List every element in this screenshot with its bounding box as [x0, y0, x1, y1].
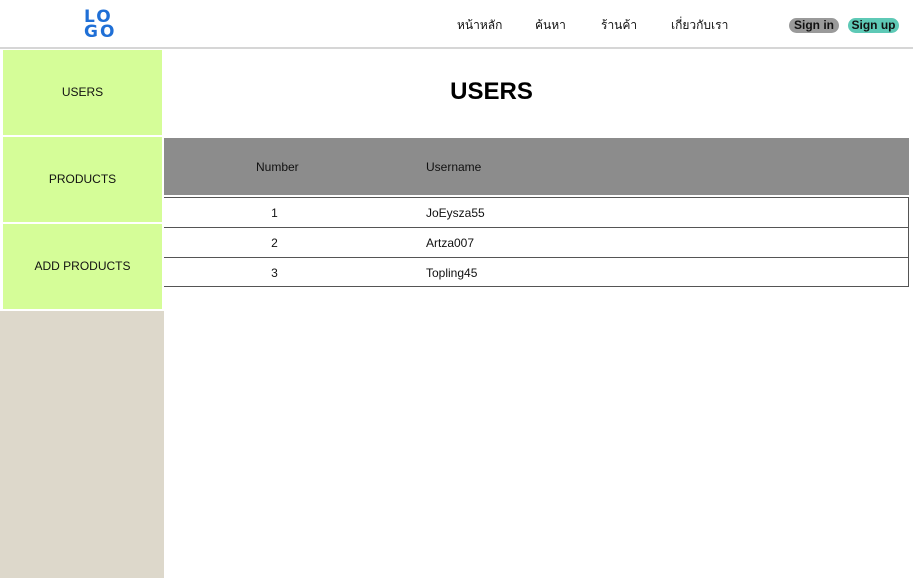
- sidebar-item-users[interactable]: USERS: [3, 50, 162, 135]
- column-header-username: Username: [426, 160, 482, 174]
- cell-username: Topling45: [426, 266, 478, 280]
- nav-link-shop[interactable]: ร้านค้า: [601, 16, 637, 35]
- top-navigation-bar: LO GO หน้าหลัก ค้นหา ร้านค้า เกี่ยวกับเร…: [0, 0, 913, 49]
- sidebar-empty-area: [0, 311, 164, 578]
- column-header-number: Number: [256, 160, 299, 174]
- cell-username: JoEysza55: [426, 206, 485, 220]
- sign-in-button[interactable]: Sign in: [789, 18, 839, 33]
- page-title: USERS: [450, 78, 533, 105]
- table-row[interactable]: 3 Topling45: [164, 257, 909, 287]
- users-table-header: Number Username: [164, 138, 909, 195]
- cell-number: 3: [271, 266, 278, 280]
- table-row[interactable]: 1 JoEysza55: [164, 197, 909, 227]
- sign-up-button[interactable]: Sign up: [848, 18, 899, 33]
- sidebar-item-add-products[interactable]: ADD PRODUCTS: [3, 224, 162, 309]
- sidebar: USERS PRODUCTS ADD PRODUCTS: [0, 49, 164, 578]
- nav-link-search[interactable]: ค้นหา: [535, 16, 566, 35]
- nav-link-about[interactable]: เกี่ยวกับเรา: [671, 16, 728, 35]
- cell-number: 1: [271, 206, 278, 220]
- nav-link-home[interactable]: หน้าหลัก: [457, 16, 502, 35]
- cell-number: 2: [271, 236, 278, 250]
- logo[interactable]: LO GO: [84, 9, 118, 44]
- sidebar-item-products[interactable]: PRODUCTS: [3, 137, 162, 222]
- table-row[interactable]: 2 Artza007: [164, 227, 909, 257]
- logo-text-bottom: GO: [84, 22, 117, 42]
- cell-username: Artza007: [426, 236, 475, 250]
